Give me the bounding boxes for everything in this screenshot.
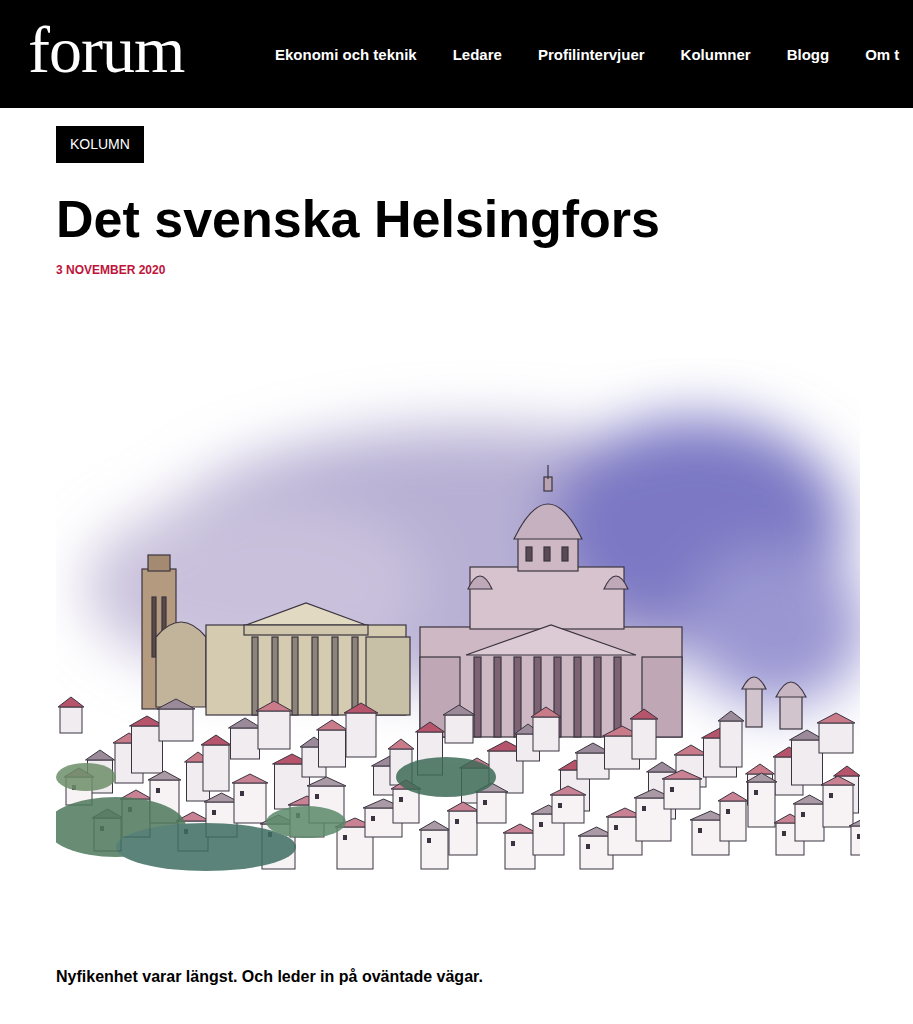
main-nav: Ekonomi och teknik Ledare Profilintervjuer… xyxy=(275,46,899,63)
article-date: 3 NOVEMBER 2020 xyxy=(56,263,913,277)
small-church xyxy=(742,677,806,729)
nav-item[interactable]: Profilintervjuer xyxy=(538,46,645,63)
nav-item[interactable]: Ledare xyxy=(453,46,502,63)
nav-item[interactable]: Om t xyxy=(865,46,899,63)
category-badge[interactable]: KOLUMN xyxy=(56,126,144,163)
tower xyxy=(142,555,206,709)
university-building xyxy=(206,603,410,715)
article-title: Det svenska Helsingfors xyxy=(56,189,913,249)
logo[interactable]: forum xyxy=(28,17,275,91)
page: forumEkonomi och teknik Ledare Profilinter… xyxy=(0,0,913,1024)
cathedral xyxy=(420,465,682,737)
nav-item[interactable]: Ekonomi och teknik xyxy=(275,46,417,63)
top-bar: forumEkonomi och teknik Ledare Profilinter… xyxy=(0,0,913,108)
nav-item[interactable]: Kolumner xyxy=(681,46,751,63)
foliage xyxy=(56,757,496,871)
article-illustration xyxy=(56,307,860,912)
article: KOLUMN Det svenska Helsingfors 3 NOVEMBER … xyxy=(0,108,913,988)
skyline-illustration-icon xyxy=(56,307,860,912)
article-lead: Nyfikenhet varar längst. Och leder in på… xyxy=(56,966,913,988)
nav-item[interactable]: Blogg xyxy=(787,46,830,63)
